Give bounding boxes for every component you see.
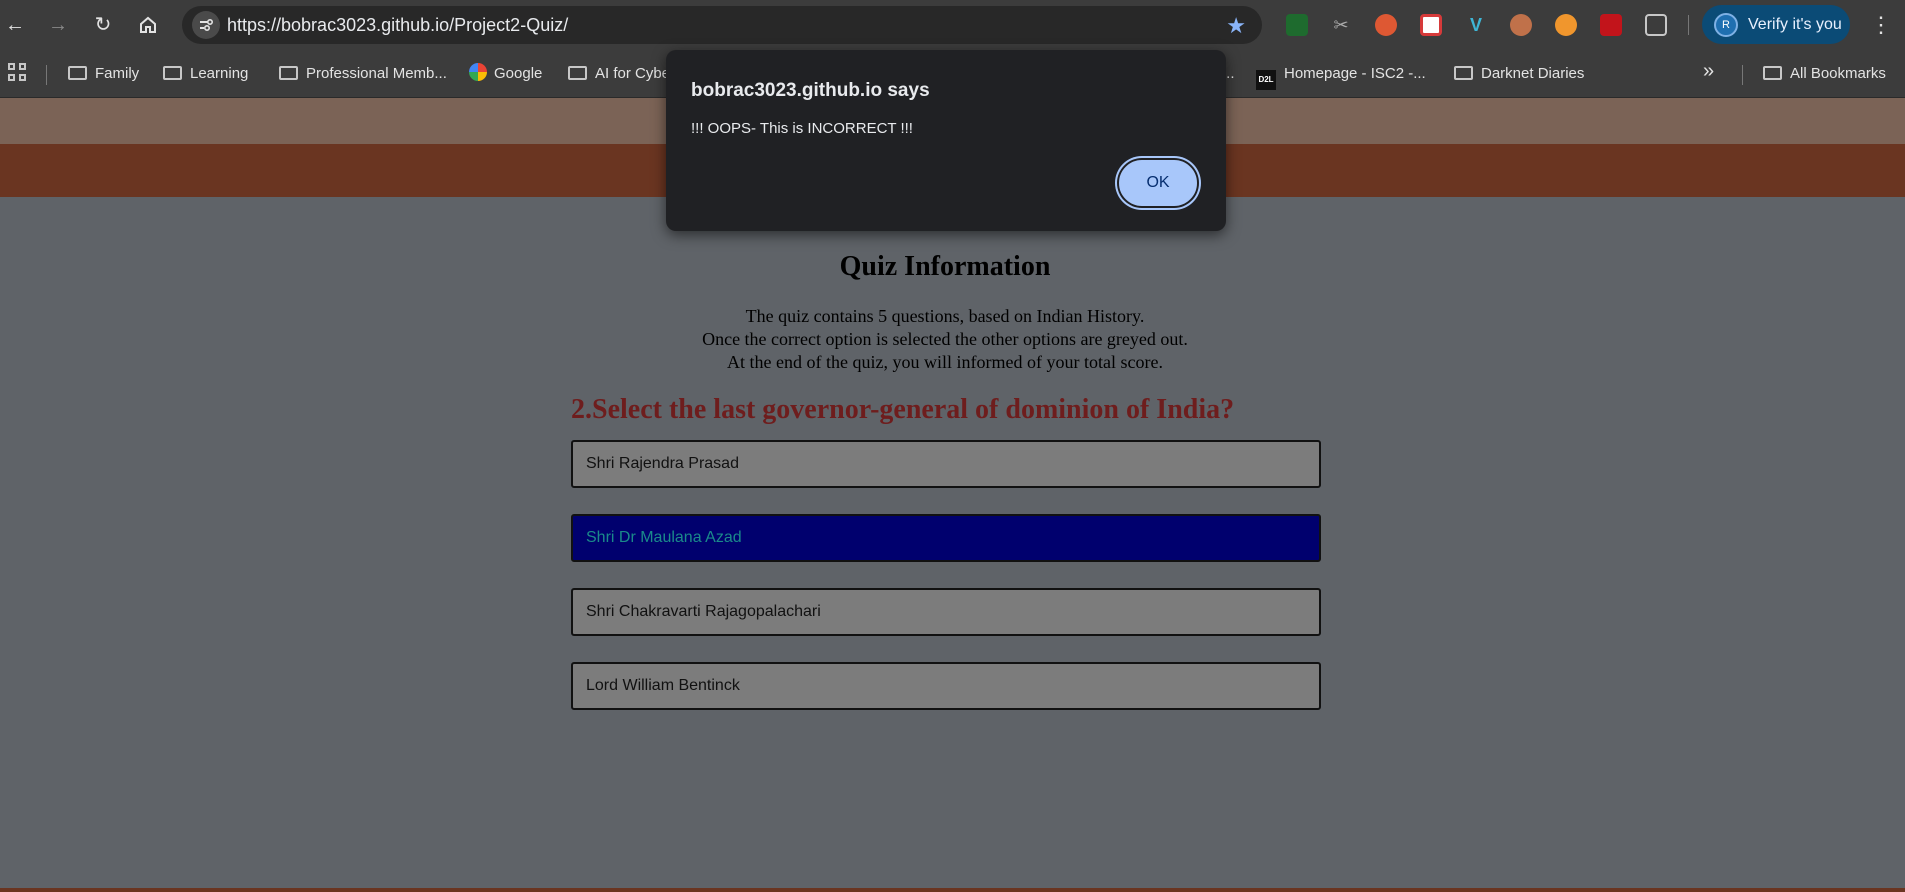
apps-grid-icon[interactable] — [8, 63, 28, 83]
bookmarks-divider — [46, 65, 47, 85]
option-button-1[interactable]: Shri Rajendra Prasad — [571, 440, 1321, 488]
url-text: https://bobrac3023.github.io/Project2-Qu… — [227, 15, 569, 35]
alert-dialog: bobrac3023.github.io says !!! OOPS- This… — [666, 50, 1226, 231]
bookmark-family[interactable]: Family — [68, 61, 139, 87]
google-icon — [469, 63, 487, 81]
folder-icon — [1763, 66, 1782, 80]
quiz-description-line: At the end of the quiz, you will informe… — [727, 352, 1163, 372]
folder-icon — [163, 66, 182, 80]
page-footer-band — [0, 888, 1905, 892]
dialog-message: !!! OOPS- This is INCORRECT !!! — [691, 120, 913, 137]
d2l-icon: D2L — [1256, 70, 1276, 90]
duckduckgo-icon[interactable] — [1375, 14, 1397, 36]
home-icon[interactable] — [135, 12, 161, 38]
option-button-4[interactable]: Lord William Bentinck — [571, 662, 1321, 710]
browser-toolbar: ← → ↻ https://bobrac3023.github.io/Proje… — [0, 0, 1905, 50]
cookie-icon[interactable] — [1510, 14, 1532, 36]
extension-green-icon[interactable] — [1286, 14, 1308, 36]
bookmark-ai-for-cyber[interactable]: AI for Cybe — [568, 61, 670, 87]
quiz-description: The quiz contains 5 questions, based on … — [0, 305, 1890, 374]
avatar: R — [1714, 13, 1738, 37]
bookmark-label: Google — [494, 65, 543, 82]
bookmark-label: Professional Memb... — [306, 65, 447, 82]
folder-icon — [279, 66, 298, 80]
all-bookmarks[interactable]: All Bookmarks — [1763, 61, 1886, 87]
bookmark-darknet-diaries[interactable]: Darknet Diaries — [1454, 61, 1584, 87]
bookmark-label: Family — [95, 65, 140, 82]
browser-menu-icon[interactable]: ⋮ — [1870, 12, 1892, 38]
quiz-title: Quiz Information — [839, 251, 1051, 282]
bookmark-star-icon[interactable]: ★ — [1226, 13, 1246, 39]
quiz-description-line: The quiz contains 5 questions, based on … — [745, 306, 1145, 326]
question-text: 2.Select the last governor-general of do… — [571, 394, 1235, 425]
option-button-2[interactable]: Shri Dr Maulana Azad — [571, 514, 1321, 562]
extension-g-icon[interactable] — [1555, 14, 1577, 36]
address-bar[interactable]: https://bobrac3023.github.io/Project2-Qu… — [182, 6, 1262, 44]
dialog-title: bobrac3023.github.io says — [691, 80, 930, 101]
site-info-icon[interactable] — [192, 11, 220, 39]
ok-button[interactable]: OK — [1119, 160, 1197, 206]
toolbar-divider — [1688, 15, 1689, 35]
quiz-content: Quiz Information The quiz contains 5 que… — [0, 197, 1905, 888]
extension-v-icon[interactable]: V — [1465, 14, 1487, 36]
verify-label: Verify it's you — [1748, 16, 1842, 33]
all-bookmarks-label: All Bookmarks — [1790, 65, 1886, 82]
bookmark-label: Learning — [190, 65, 249, 82]
bookmark-label: AI for Cybe — [595, 65, 671, 82]
adobe-pdf-icon[interactable] — [1600, 14, 1622, 36]
bookmark-learning[interactable]: Learning — [163, 61, 248, 87]
bookmark-label: Homepage - ISC2 -... — [1284, 65, 1426, 82]
quiz-description-line: Once the correct option is selected the … — [702, 329, 1188, 349]
more-bookmarks-chevron-icon[interactable]: » — [1703, 60, 1714, 83]
folder-icon — [68, 66, 87, 80]
pocket-icon[interactable] — [1420, 14, 1442, 36]
profile-verify-button[interactable]: R Verify it's you — [1702, 5, 1850, 44]
forward-icon[interactable]: → — [45, 12, 71, 38]
bookmark-google[interactable]: Google — [469, 61, 542, 87]
bookmark-label: Darknet Diaries — [1481, 65, 1585, 82]
folder-icon — [1454, 66, 1473, 80]
option-button-3[interactable]: Shri Chakravarti Rajagopalachari — [571, 588, 1321, 636]
folder-icon — [568, 66, 587, 80]
extensions-puzzle-icon[interactable] — [1645, 14, 1667, 36]
bookmarks-divider — [1742, 65, 1743, 85]
reload-icon[interactable]: ↻ — [90, 12, 116, 38]
back-icon[interactable]: ← — [2, 12, 28, 38]
bookmark-isc2-homepage[interactable]: D2L Homepage - ISC2 -... — [1256, 61, 1426, 90]
bookmark-professional[interactable]: Professional Memb... — [279, 61, 447, 87]
scissors-icon[interactable]: ✂ — [1330, 14, 1352, 36]
